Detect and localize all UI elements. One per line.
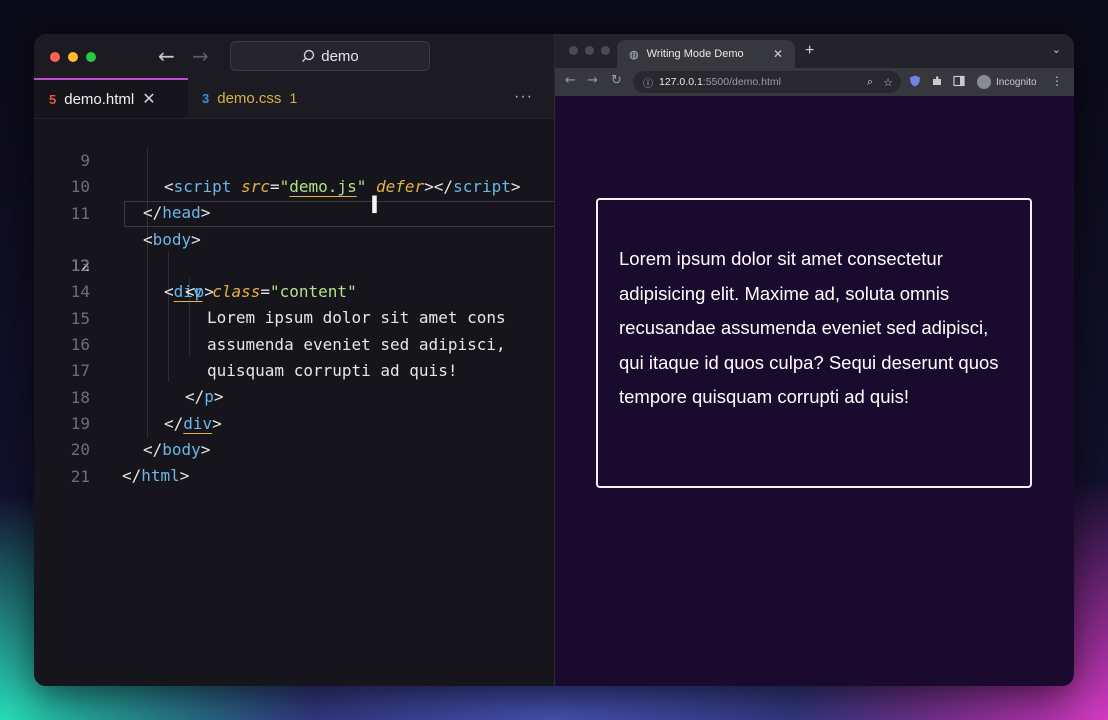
code-line: 18 </div>: [34, 359, 554, 433]
close-window-button[interactable]: [569, 46, 578, 55]
demo-paragraph: Lorem ipsum dolor sit amet consectetur a…: [619, 248, 999, 407]
globe-icon: ◍: [629, 47, 639, 61]
url-host: 127.0.0.1: [659, 76, 703, 88]
code-editor: ← → demo 5 demo.html ✕ 3 demo.css 1 ···: [34, 34, 565, 686]
menu-kebab-icon[interactable]: ⋮: [1051, 74, 1063, 88]
minimize-window-button[interactable]: [585, 46, 594, 55]
code-area[interactable]: 9 <script src="demo.js" defer></script> …: [34, 122, 565, 486]
url-path: :5500/demo.html: [702, 76, 782, 88]
line-number: 21: [70, 466, 90, 486]
browser-toolbar: ← → ↻ ⓘ 127.0.0.1:5500/demo.html ⌕ ☆ Inc…: [555, 68, 1074, 96]
code-line: 17 </p>: [34, 332, 554, 406]
site-info-icon[interactable]: ⓘ: [643, 75, 653, 90]
more-actions-icon[interactable]: ···: [514, 88, 533, 106]
current-code-line: 12 <div class="content": [34, 200, 565, 301]
tab-demo-css[interactable]: 3 demo.css 1: [202, 78, 297, 118]
zoom-icon[interactable]: ⌕: [867, 75, 873, 89]
editor-titlebar: ← → demo: [34, 34, 554, 78]
tab-label: demo.css: [217, 89, 282, 107]
bookmark-star-icon[interactable]: ☆: [883, 76, 893, 89]
code-line: 14 Lorem ipsum dolor sit amet cons: [34, 253, 554, 327]
zoom-window-button[interactable]: [86, 52, 96, 62]
code-line: 21: [34, 438, 554, 486]
search-icon: [302, 49, 315, 62]
editor-tabs: 5 demo.html ✕ 3 demo.css 1: [34, 78, 554, 119]
browser-window: ◍ Writing Mode Demo ✕ + ⌄ ← → ↻ ⓘ 127.0.…: [554, 34, 1074, 686]
text-cursor-icon: Ι: [370, 191, 379, 219]
chevron-down-icon[interactable]: ⌄: [1052, 43, 1061, 56]
html-file-icon: 5: [49, 91, 57, 107]
code-line: 11 <body>: [34, 175, 554, 249]
browser-tab-title: Writing Mode Demo: [646, 48, 744, 60]
profile-label: Incognito: [996, 76, 1037, 88]
address-bar[interactable]: ⓘ 127.0.0.1:5500/demo.html ⌕ ☆: [633, 71, 901, 93]
code-line: 10 </head>: [34, 148, 554, 222]
browser-window-controls: [569, 46, 610, 55]
browser-tab[interactable]: ◍ Writing Mode Demo ✕: [617, 40, 795, 68]
code-line: 16 quisquam corrupti ad quis!: [34, 306, 554, 380]
close-window-button[interactable]: [50, 52, 60, 62]
forward-arrow-icon[interactable]: →: [192, 44, 209, 68]
close-tab-icon[interactable]: ✕: [142, 89, 155, 109]
current-line-highlight: [124, 200, 565, 227]
reload-icon[interactable]: ↻: [611, 73, 622, 88]
code-line: 15 assumenda eveniet sed adipisci,: [34, 280, 554, 354]
css-file-icon: 3: [202, 90, 210, 106]
window-controls: [50, 52, 96, 62]
incognito-icon: [977, 75, 991, 89]
code-line: 19 </body>: [34, 385, 554, 459]
forward-arrow-icon[interactable]: →: [587, 73, 598, 88]
command-center-label: demo: [321, 47, 359, 65]
side-panel-icon[interactable]: [953, 75, 965, 87]
minimize-window-button[interactable]: [68, 52, 78, 62]
incognito-profile[interactable]: Incognito: [977, 75, 1037, 89]
problems-count-badge: 1: [289, 90, 298, 106]
desktop-window: ← → demo 5 demo.html ✕ 3 demo.css 1 ···: [34, 34, 1074, 686]
tab-demo-html[interactable]: 5 demo.html ✕: [34, 78, 188, 118]
code-line: 20 </html>: [34, 411, 554, 485]
browser-tab-strip: ◍ Writing Mode Demo ✕ + ⌄: [555, 34, 1074, 68]
code-line: 13 <p>: [34, 227, 554, 301]
back-arrow-icon[interactable]: ←: [158, 44, 175, 68]
back-arrow-icon[interactable]: ←: [565, 73, 576, 88]
command-center-search[interactable]: demo: [230, 41, 430, 71]
code-line: 9 <script src="demo.js" defer></script>: [34, 122, 554, 196]
tab-label: demo.html: [64, 90, 135, 108]
close-tab-icon[interactable]: ✕: [773, 47, 783, 61]
zoom-window-button[interactable]: [601, 46, 610, 55]
new-tab-icon[interactable]: +: [805, 42, 814, 60]
puzzle-extensions-icon[interactable]: [931, 75, 943, 87]
content-box: Lorem ipsum dolor sit amet consectetur a…: [596, 198, 1032, 488]
shield-extension-icon[interactable]: [909, 75, 921, 87]
